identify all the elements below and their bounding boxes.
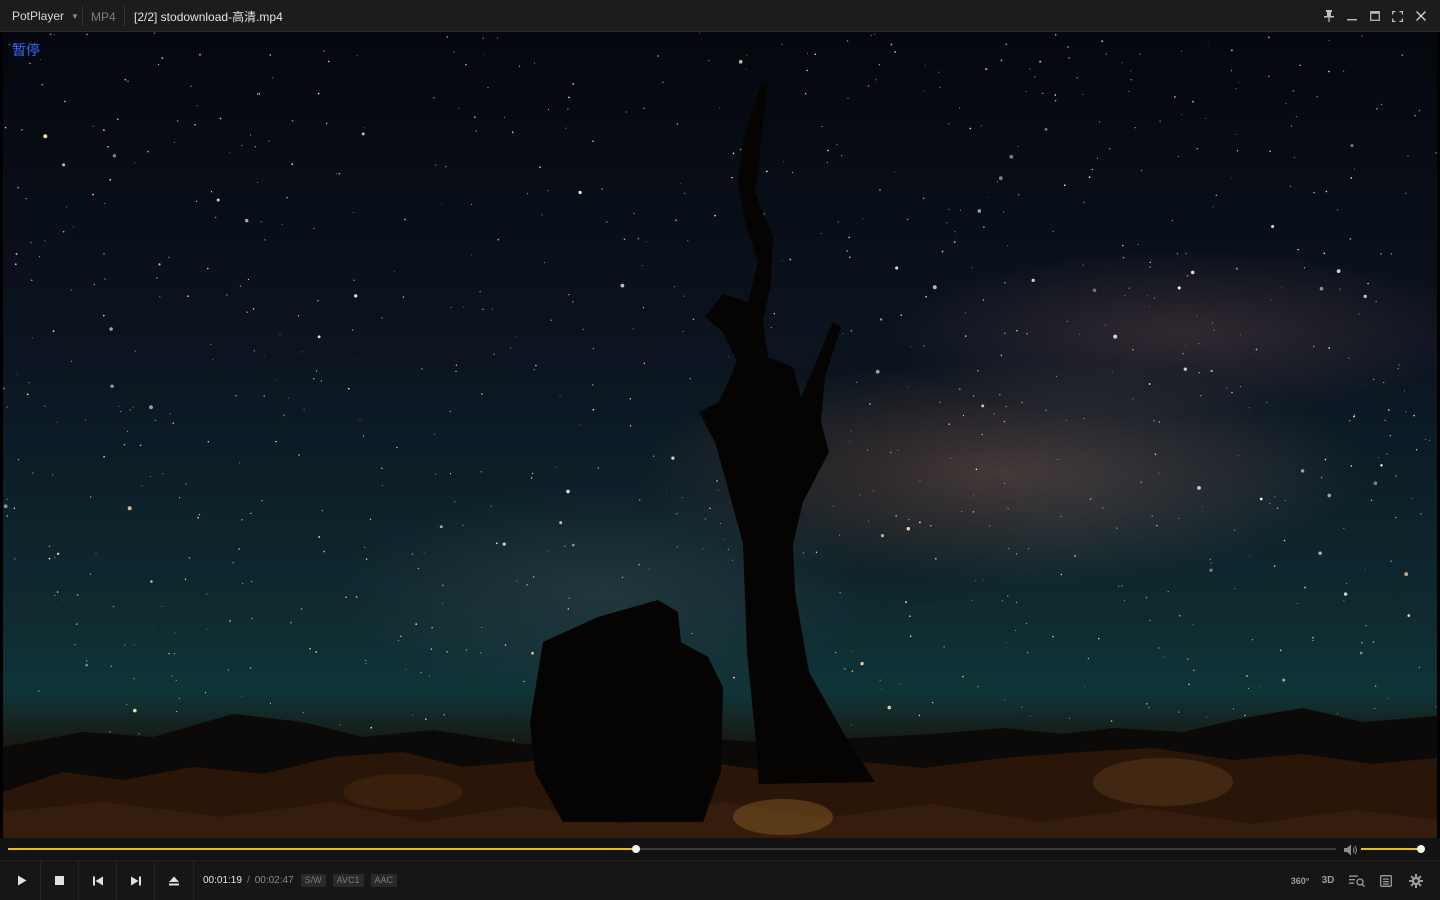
control-bar: 00:01:19 / 00:02:47 S/W AVC1 AAC 360° 3D [0,860,1440,900]
file-title: [2/2] stodownload-高清.mp4 [134,10,283,24]
previous-icon [92,876,103,885]
playlist-search-button[interactable] [1343,861,1371,900]
volume-handle[interactable] [1417,845,1425,853]
seek-bar-row [0,838,1440,860]
next-icon [130,876,141,885]
maximize-icon[interactable] [1363,0,1386,32]
window-controls [1317,0,1432,32]
previous-button[interactable] [79,861,117,900]
stop-button[interactable] [41,861,79,900]
play-icon [17,875,26,886]
app-menu-button[interactable]: PotPlayer ▼ [0,0,82,32]
decoder-badge[interactable]: S/W [300,874,326,887]
chevron-down-icon: ▼ [71,11,79,21]
time-separator: / [246,875,250,886]
audio-codec-badge[interactable]: AAC [370,874,398,887]
seek-progress [8,848,637,850]
video-scene [3,32,1437,838]
stop-icon [55,876,64,885]
divider [124,6,125,26]
video-display[interactable]: 暂停 [3,32,1437,838]
total-duration[interactable]: 00:02:47 [255,875,294,886]
playlist-search-icon [1349,875,1365,887]
settings-button[interactable] [1402,861,1430,900]
play-button[interactable] [3,861,41,900]
fullscreen-icon[interactable] [1386,0,1409,32]
osd-status-text: 暂停 [12,43,40,59]
title-bar: PotPlayer ▼ MP4 [2/2] stodownload-高清.mp4 [0,0,1440,32]
settings-icon [1409,873,1423,888]
eject-icon [169,876,179,885]
playlist-button[interactable] [1372,861,1400,900]
playlist-icon [1380,874,1392,887]
pin-icon[interactable] [1317,0,1340,32]
format-label: MP4 [91,10,116,24]
3d-button[interactable]: 3D [1314,861,1342,900]
video-codec-badge[interactable]: AVC1 [332,874,364,887]
close-icon[interactable] [1409,0,1432,32]
volume-icon[interactable] [1344,843,1358,856]
vr-360-label: 360° [1290,875,1310,886]
app-name: PotPlayer [12,9,65,23]
next-button[interactable] [117,861,155,900]
3d-label: 3D [1321,875,1335,886]
volume-slider[interactable] [1361,845,1425,853]
seek-handle[interactable] [632,845,641,853]
current-time[interactable]: 00:01:19 [203,875,242,886]
eject-button[interactable] [155,861,194,900]
minimize-icon[interactable] [1340,0,1363,32]
vr-360-button[interactable]: 360° [1286,861,1314,900]
divider [82,6,83,26]
seek-bar[interactable] [8,845,1336,853]
time-display: 00:01:19 / 00:02:47 S/W AVC1 AAC [203,861,398,900]
volume-level [1361,848,1421,850]
